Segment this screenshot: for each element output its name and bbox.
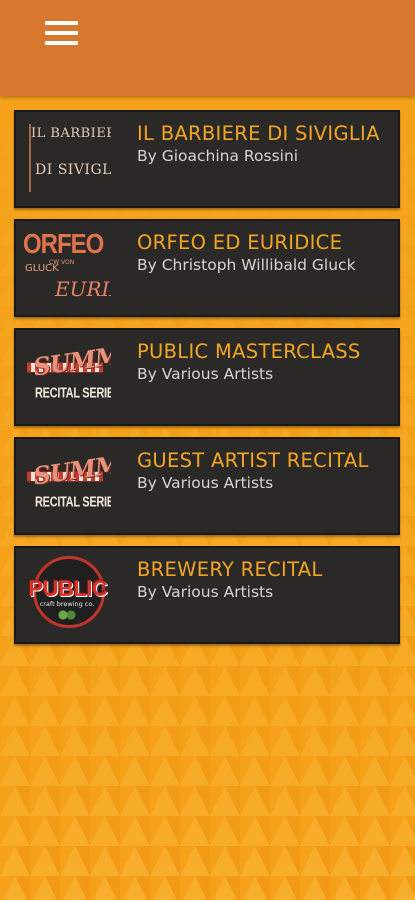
event-composer: By Gioachina Rossini	[137, 147, 299, 165]
event-card-public-masterclass[interactable]: SUMMER RECITAL SERIES PUBLIC MASTERCLASS…	[14, 328, 400, 426]
event-title: PUBLIC MASTERCLASS	[137, 340, 361, 363]
thumb-text: craft brewing co.	[39, 600, 95, 608]
thumb-text: GLUCK	[25, 263, 59, 274]
event-list: IL BARBIERE DI SIVIGLIA IL BARBIERE DI S…	[14, 110, 400, 655]
event-thumbnail: IL BARBIERE DI SIVIGLIA	[21, 118, 111, 200]
event-composer: By Various Artists	[137, 365, 274, 383]
event-title: ORFEO ED EURIDICE	[137, 231, 343, 254]
thumb-text: EURIDICE	[55, 277, 111, 301]
thumb-text: IL BARBIERE	[31, 126, 111, 141]
event-composer: By Christoph Willibald Gluck	[137, 256, 356, 274]
event-card-guest-artist-recital[interactable]: SUMMER RECITAL SERIES GUEST ARTIST RECIT…	[14, 437, 400, 535]
event-title: IL BARBIERE DI SIVIGLIA	[137, 122, 380, 145]
event-title: BREWERY RECITAL	[137, 558, 323, 581]
event-card-barbiere[interactable]: IL BARBIERE DI SIVIGLIA IL BARBIERE DI S…	[14, 110, 400, 208]
event-card-orfeo[interactable]: ORFEO CW VON GLUCK EURIDICE ORFEO ED EUR…	[14, 219, 400, 317]
event-thumbnail: SUMMER RECITAL SERIES	[21, 445, 111, 527]
thumb-text: ORFEO	[23, 229, 104, 261]
event-title: GUEST ARTIST RECITAL	[137, 449, 369, 472]
event-composer: By Various Artists	[137, 583, 274, 601]
event-thumbnail: SUMMER RECITAL SERIES	[21, 336, 111, 418]
event-list-screen: IL BARBIERE DI SIVIGLIA IL BARBIERE DI S…	[0, 96, 415, 900]
menu-bar-line	[45, 31, 78, 35]
thumb-text: PUBLIC	[28, 576, 108, 601]
event-thumbnail: ORFEO CW VON GLUCK EURIDICE	[21, 227, 111, 309]
thumb-text: DI SIVIGLIA	[35, 162, 111, 178]
thumb-text: RECITAL SERIES	[35, 495, 111, 511]
thumb-text: SUMMER	[31, 336, 111, 382]
event-thumbnail: PUBLIC craft brewing co.	[21, 554, 111, 636]
thumb-text: SUMMER	[31, 445, 111, 491]
hamburger-menu-icon[interactable]	[38, 14, 84, 54]
menu-bar-line	[45, 41, 78, 45]
hops-icon	[57, 609, 77, 621]
menu-bar-line	[45, 21, 78, 25]
event-card-brewery-recital[interactable]: PUBLIC craft brewing co. BREWERY RECITAL…	[14, 546, 400, 644]
thumb-text: RECITAL SERIES	[35, 386, 111, 402]
event-composer: By Various Artists	[137, 474, 274, 492]
app-header	[0, 0, 415, 96]
